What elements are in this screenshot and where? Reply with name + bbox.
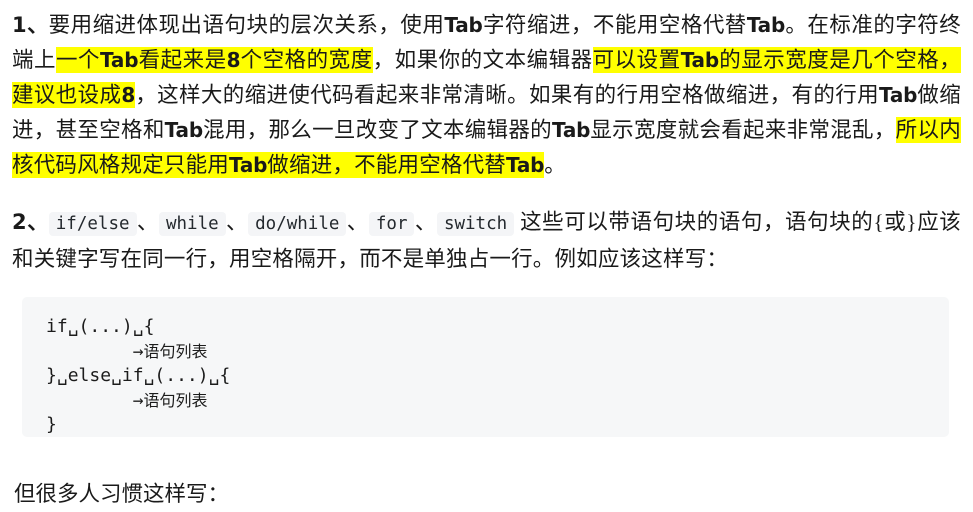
body-text: 。 (544, 153, 566, 177)
keyword-separator: 、 (346, 210, 369, 234)
whitespace-marker: ␣ (143, 365, 155, 386)
code-token: } (46, 414, 57, 435)
body-text: Tab (746, 13, 786, 37)
body-text: Tab (444, 13, 483, 37)
code-line: }␣else␣if␣(...)␣{ (46, 364, 925, 389)
code-line: } (46, 413, 925, 438)
highlighted-text: Tab (680, 47, 719, 73)
whitespace-marker: ␣ (208, 365, 220, 386)
highlighted-text: Tab (229, 152, 268, 178)
body-text: 显示宽度就会看起来非常混乱， (590, 118, 896, 142)
highlighted-text: 可以设置 (592, 47, 681, 73)
code-comment-text: 语句列表 (143, 392, 208, 410)
paragraph-1-number: 1、 (12, 13, 49, 37)
paragraph-2: 2、 if/else、 while、 do/while、 for、 switch 这些可以… (12, 205, 961, 277)
code-token: else (67, 365, 112, 386)
highlighted-text: 一个 (56, 47, 101, 73)
whitespace-marker: → (132, 389, 144, 411)
highlighted-text: 看起来是 (138, 47, 227, 73)
body-text: 混用，那么一旦改变了文本编辑器的 (202, 118, 552, 142)
body-text: 要用缩进体现出语句块的层次关系，使用 (48, 13, 445, 37)
whitespace-marker: ␣ (111, 365, 122, 386)
code-line: if␣(...)␣{ (46, 315, 925, 340)
body-text: ，如果你的文本编辑器 (372, 48, 593, 72)
body-text: 字符缩进，不能用空格代替 (482, 13, 747, 37)
paragraph-1: 1、要用缩进体现出语句块的层次关系，使用Tab字符缩进，不能用空格代替Tab。在… (12, 8, 961, 183)
whitespace-marker: ␣ (56, 365, 68, 386)
highlighted-text: 个空格的宽度 (240, 47, 373, 73)
code-token: { (143, 316, 155, 337)
closing-line: 但很多人习惯这样写： (14, 482, 230, 506)
code-comment-text: 语句列表 (143, 343, 208, 361)
inline-code-keyword: switch (436, 212, 515, 236)
keyword-separator: 、 (225, 210, 249, 234)
inline-code-keyword: do/while (248, 212, 347, 236)
code-token: } (46, 365, 57, 386)
body-text: ，这样大的缩进使代码看起来非常清晰。如果有的行用空格做缩进，有的行用 (135, 83, 879, 107)
code-token: (...) (78, 316, 133, 337)
body-text: Tab (551, 118, 591, 142)
inline-code-keyword: if/else (48, 212, 137, 236)
paragraph-2-number: 2、 (12, 210, 49, 234)
highlighted-text: 8 (226, 47, 241, 73)
code-block-content: if␣(...)␣{ →语句列表}␣else␣if␣(...)␣{ →语句列表} (46, 315, 925, 438)
document-page: 1、要用缩进体现出语句块的层次关系，使用Tab字符缩进，不能用空格代替Tab。在… (0, 0, 973, 506)
body-text: Tab (878, 83, 918, 107)
highlighted-text: 做缩进，不能用空格代替 (267, 152, 506, 178)
inline-code-keyword: for (368, 212, 415, 236)
whitespace-marker: ␣ (67, 316, 79, 337)
code-line: →语句列表 (46, 389, 925, 414)
whitespace-marker: → (132, 340, 144, 362)
keyword-separator: 、 (414, 210, 437, 234)
highlighted-text: Tab (506, 152, 545, 178)
code-token: if (121, 365, 144, 386)
whitespace-marker: ␣ (132, 316, 144, 337)
code-token: (...) (154, 365, 209, 386)
body-text: 这些可以带语句块的语句，语句块的{或} (514, 210, 917, 234)
inline-code-keyword: while (158, 212, 226, 236)
code-token: { (219, 365, 231, 386)
code-line: →语句列表 (46, 340, 925, 365)
highlighted-text: Tab (100, 47, 139, 73)
highlighted-text: 8 (121, 82, 136, 108)
code-block: if␣(...)␣{ →语句列表}␣else␣if␣(...)␣{ →语句列表} (22, 297, 949, 437)
keyword-separator: 、 (136, 210, 159, 234)
body-text: Tab (164, 118, 203, 142)
code-token: if (46, 316, 68, 337)
